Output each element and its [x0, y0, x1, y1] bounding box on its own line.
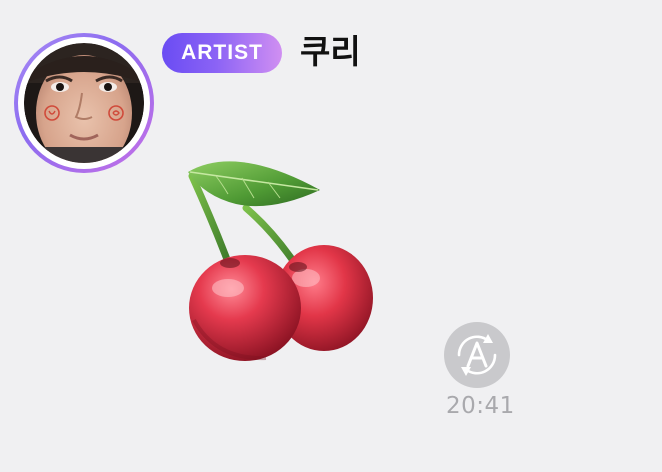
- cherry-sticker-icon[interactable]: [176, 150, 386, 365]
- sender-name[interactable]: 쿠리: [300, 30, 361, 74]
- artist-badge: ARTIST: [162, 33, 282, 73]
- auto-translate-button[interactable]: [444, 322, 510, 388]
- avatar[interactable]: [14, 33, 154, 173]
- message-timestamp: 20:41: [446, 393, 515, 419]
- avatar-photo: [24, 43, 144, 163]
- avatar-border: [18, 37, 150, 169]
- auto-translate-icon: [457, 334, 497, 376]
